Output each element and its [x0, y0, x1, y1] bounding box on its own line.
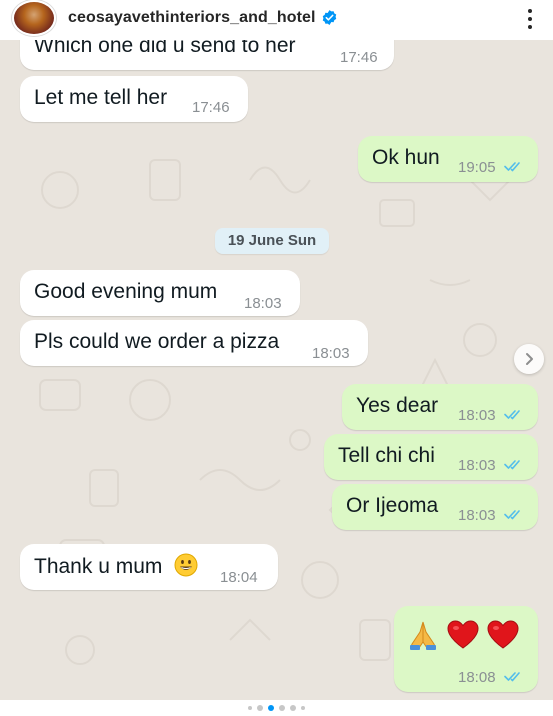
carousel-next-button[interactable]	[514, 344, 544, 374]
message-time: 18:03	[312, 345, 350, 362]
red-heart-icon	[487, 620, 519, 649]
message-time: 18:03	[458, 507, 496, 524]
post-header: ceosayavethinteriors_and_hotel	[0, 0, 553, 40]
avatar[interactable]	[12, 0, 56, 36]
chat-screenshot: Which one did u send to her 17:46 Let me…	[0, 40, 553, 700]
message-outgoing[interactable]: Ok hun 19:05	[358, 136, 538, 182]
date-separator: 19 June Sun	[215, 228, 329, 254]
carousel-dot	[290, 705, 296, 711]
message-text: Or Ijeoma	[346, 494, 439, 517]
message-text: Pls could we order a pizza	[34, 330, 280, 353]
message-text: Ok hun	[372, 146, 440, 169]
message-incoming[interactable]: Which one did u send to her 17:46	[20, 40, 394, 70]
red-heart-icon	[447, 620, 479, 649]
carousel-dot-active	[268, 705, 274, 711]
read-receipt-icon	[504, 162, 520, 172]
message-text: Let me tell her	[34, 86, 168, 109]
message-text: Yes dear	[356, 394, 439, 417]
message-time: 18:04	[220, 569, 258, 586]
message-text: Which one did u send to her	[34, 40, 296, 57]
message-time: 18:03	[458, 407, 496, 424]
message-text: Thank u mum	[34, 553, 198, 579]
message-outgoing[interactable]: Yes dear 18:03	[342, 384, 538, 430]
message-text: Good evening mum	[34, 280, 218, 303]
chevron-right-icon	[526, 353, 533, 365]
more-vertical-icon[interactable]	[522, 6, 538, 32]
message-time: 17:46	[340, 49, 378, 66]
message-outgoing[interactable]: Or Ijeoma 18:03	[332, 484, 538, 530]
message-text: Tell chi chi	[338, 444, 435, 467]
message-time: 19:05	[458, 159, 496, 176]
message-incoming[interactable]: Thank u mum 18:04	[20, 544, 278, 590]
read-receipt-icon	[504, 410, 520, 420]
message-time: 18:03	[458, 457, 496, 474]
emoji-row	[406, 618, 520, 652]
message-outgoing[interactable]: Tell chi chi 18:03	[324, 434, 538, 480]
read-receipt-icon	[504, 510, 520, 520]
grinning-face-icon	[174, 553, 198, 577]
carousel-indicator	[0, 700, 553, 716]
message-time: 18:08	[458, 669, 496, 686]
message-incoming[interactable]: Pls could we order a pizza 18:03	[20, 320, 368, 366]
message-outgoing[interactable]: 18:08	[394, 606, 538, 692]
message-text-content: Thank u mum	[34, 555, 163, 578]
folded-hands-icon	[410, 621, 436, 650]
message-incoming[interactable]: Good evening mum 18:03	[20, 270, 300, 316]
message-incoming[interactable]: Let me tell her 17:46	[20, 76, 248, 122]
read-receipt-icon	[504, 672, 520, 682]
read-receipt-icon	[504, 460, 520, 470]
carousel-dot	[279, 705, 285, 711]
carousel-dot	[248, 706, 252, 710]
verified-badge-icon	[322, 10, 337, 25]
carousel-dot	[301, 706, 305, 710]
username[interactable]: ceosayavethinteriors_and_hotel	[68, 9, 316, 27]
carousel-dot	[257, 705, 263, 711]
message-time: 17:46	[192, 99, 230, 116]
message-time: 18:03	[244, 295, 282, 312]
